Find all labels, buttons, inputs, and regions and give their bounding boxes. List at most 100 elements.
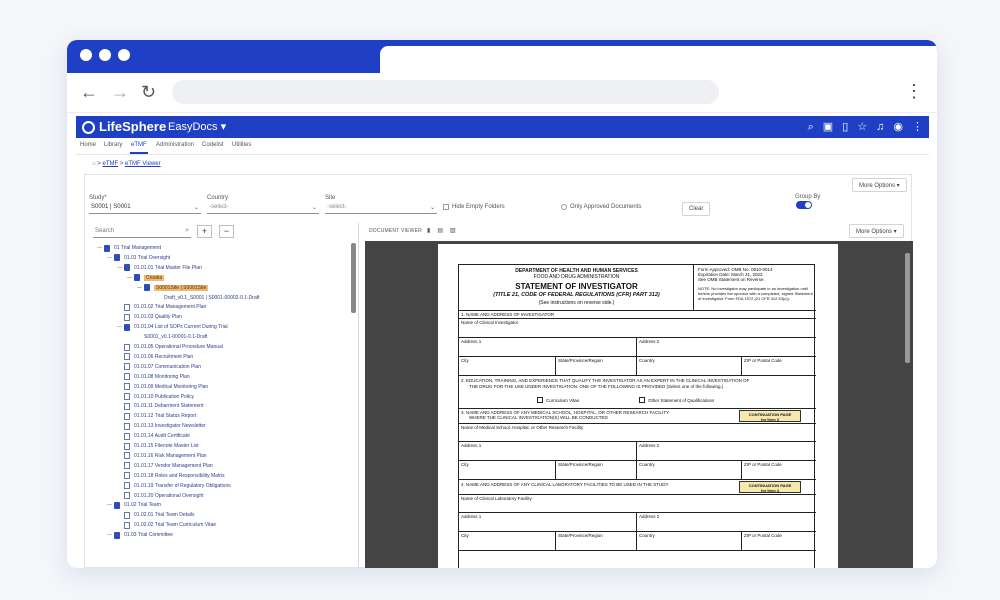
site-select[interactable]: -select- ⌄ [325, 202, 437, 214]
field-address-1[interactable]: Address 1 [459, 442, 637, 460]
study-select[interactable]: S0001 | S0001 ⌄ [89, 202, 201, 214]
tree-node[interactable]: — 01.01.01 Trial Master File Plan [89, 263, 202, 273]
field-address-1[interactable]: Address 1 [459, 513, 637, 531]
split-view-icon[interactable]: ▧ [450, 227, 456, 234]
tree-node[interactable]: 01.01.13 Investigator Newsletter [89, 421, 206, 431]
reader-icon[interactable]: ▣ [823, 119, 833, 135]
viewer-more-options-button[interactable]: More Options ▾ [849, 224, 904, 238]
menu-administration[interactable]: Administration [156, 142, 194, 148]
collapse-toggle-icon[interactable]: — [117, 324, 124, 330]
tree-node[interactable]: Draft_v0.1_S0001 | S0001-00002-0.1-Draft [89, 293, 260, 303]
tree-node[interactable]: — 01 Trial Management [89, 243, 161, 253]
tree-node[interactable]: 01.01.08 Monitoring Plan [89, 372, 190, 382]
tree-node[interactable]: — S0001Site | S0001Site [89, 283, 209, 293]
tree-node[interactable]: 01.01.10 Publication Policy [89, 392, 194, 402]
tree-node[interactable]: — 01.01.04 List of SOPs Current During Tr… [89, 322, 228, 332]
country-select[interactable]: -select- ⌄ [207, 202, 319, 214]
viewer-scrollbar[interactable] [905, 253, 910, 363]
bookmark-icon[interactable]: ▯ [842, 119, 848, 135]
collapse-all-button[interactable]: − [219, 225, 234, 238]
collapse-toggle-icon[interactable]: — [107, 532, 114, 538]
back-icon[interactable]: ← [80, 81, 98, 103]
window-dot[interactable] [118, 49, 130, 61]
list-view-icon[interactable]: ▤ [437, 227, 443, 234]
search-icon[interactable]: ⌕ [808, 119, 814, 135]
browser-menu-icon[interactable]: ⋮ [905, 80, 923, 102]
tree-search-input[interactable]: Search ⌕ [93, 226, 191, 238]
search-icon[interactable]: ⌕ [185, 227, 189, 235]
field-state[interactable]: State/Province/Region [556, 532, 637, 550]
address-bar[interactable] [172, 80, 719, 104]
menu-codelist[interactable]: Codelist [202, 142, 224, 148]
tree-node[interactable]: 01.01.16 Risk Management Plan [89, 451, 207, 461]
pdf-canvas[interactable]: DEPARTMENT OF HEALTH AND HUMAN SERVICES … [365, 241, 913, 568]
tree-scrollbar[interactable] [351, 243, 356, 313]
curriculum-vitae-checkbox[interactable]: Curriculum Vitae [537, 397, 579, 403]
tree-node[interactable]: 01.01.06 Recruitment Plan [89, 352, 193, 362]
only-approved-radio[interactable]: Only Approved Documents [561, 204, 641, 210]
window-dot[interactable] [99, 49, 111, 61]
tree-node[interactable]: 01.01.17 Vendor Management Plan [89, 461, 213, 471]
field-city[interactable]: City [459, 461, 556, 479]
field-state[interactable]: State/Province/Region [556, 461, 637, 479]
collapse-toggle-icon[interactable]: — [137, 285, 144, 291]
menu-etmf[interactable]: eTMF [131, 142, 147, 148]
collapse-toggle-icon[interactable]: — [127, 275, 134, 281]
browser-tab[interactable] [380, 46, 937, 73]
tree-node[interactable]: 01.01.11 Debarment Statement [89, 401, 203, 411]
tree-node[interactable]: 01.01.05 Operational Procedure Manual [89, 342, 223, 352]
collapse-toggle-icon[interactable]: — [117, 265, 124, 271]
tree-node[interactable]: 01.01.15 Filenote Master List [89, 441, 198, 451]
account-icon[interactable]: ◉ [893, 119, 903, 135]
field-country[interactable]: Country [637, 357, 742, 375]
continuation-page-item-4[interactable]: CONTINUATION PAGE for Item 4 [739, 481, 801, 493]
star-icon[interactable]: ☆ [857, 119, 867, 135]
breadcrumb-etmf[interactable]: eTMF [102, 161, 118, 167]
tree-node[interactable]: 01.02.02 Trial Team Curriculum Vitae [89, 520, 216, 530]
field-investigator-name[interactable]: Name of Clinical Investigator [459, 319, 816, 338]
breadcrumb-etmf-viewer[interactable]: eTMF Viewer [125, 161, 161, 167]
home-icon[interactable]: ⌂ [92, 161, 96, 167]
field-medical-school-name[interactable]: Name of Medical School, Hospital, or Oth… [459, 424, 816, 442]
field-city[interactable]: City [459, 357, 556, 375]
product-switcher[interactable]: EasyDocs ▾ [168, 120, 226, 134]
reload-icon[interactable]: ↻ [141, 81, 156, 103]
continuation-page-item-3[interactable]: CONTINUATION PAGE for Item 3 [739, 410, 801, 422]
tree-node[interactable]: — 01.01 Trial Oversight [89, 253, 170, 263]
more-options-button[interactable]: More Options ▾ [852, 178, 907, 192]
tree-node[interactable]: 01.01.07 Communication Plan [89, 362, 201, 372]
other-qualifications-checkbox[interactable]: Other Statement of Qualifications [639, 397, 714, 403]
tree-node[interactable]: 01.01.02 Trial Management Plan [89, 302, 206, 312]
tree-node[interactable]: — 01.02 Trial Team [89, 500, 161, 510]
logo[interactable]: LifeSphere [82, 119, 166, 135]
collapse-toggle-icon[interactable]: — [107, 502, 114, 508]
tree-node[interactable]: 01.01.20 Operational Oversight [89, 491, 204, 501]
tree-node[interactable]: 01.02.01 Trial Team Details [89, 510, 195, 520]
tree-node[interactable]: 01.01.18 Roles and Responsibility Matrix [89, 471, 225, 481]
forward-icon[interactable]: → [111, 81, 129, 103]
field-lab-name[interactable]: Name of Clinical Laboratory Facility [459, 495, 816, 513]
expand-all-button[interactable]: + [197, 225, 212, 238]
collapse-toggle-icon[interactable]: — [97, 245, 104, 251]
tree-node[interactable]: 01.01.19 Transfer of Regulatory Obligati… [89, 481, 231, 491]
field-country[interactable]: Country [637, 461, 742, 479]
tree-node[interactable]: 01.01.14 Audit Certificate [89, 431, 190, 441]
window-dot[interactable] [80, 49, 92, 61]
single-view-icon[interactable]: ▮ [427, 227, 430, 234]
collapse-toggle-icon[interactable]: — [107, 255, 114, 261]
field-country[interactable]: Country [637, 532, 742, 550]
menu-library[interactable]: Library [104, 142, 122, 148]
more-icon[interactable]: ⋮ [912, 119, 923, 135]
tree-node[interactable]: S0001_v0.1-00001-0.1-Draft [89, 332, 207, 342]
tree-node[interactable]: — Croatia [89, 273, 165, 283]
menu-home[interactable]: Home [80, 142, 96, 148]
field-state[interactable]: State/Province/Region [556, 357, 637, 375]
tree-node[interactable]: 01.01.03 Quality Plan [89, 312, 182, 322]
field-address-1[interactable]: Address 1 [459, 338, 637, 356]
bell-icon[interactable]: ♫ [876, 119, 884, 135]
tree-node[interactable]: 01.01.09 Medical Monitoring Plan [89, 382, 208, 392]
hide-empty-folders-checkbox[interactable]: Hide Empty Folders [443, 204, 505, 210]
tree-node[interactable]: 01.01.12 Trial Status Report [89, 411, 196, 421]
tree-node[interactable]: — 01.03 Trial Committee [89, 530, 173, 540]
menu-utilities[interactable]: Utilities [232, 142, 251, 148]
